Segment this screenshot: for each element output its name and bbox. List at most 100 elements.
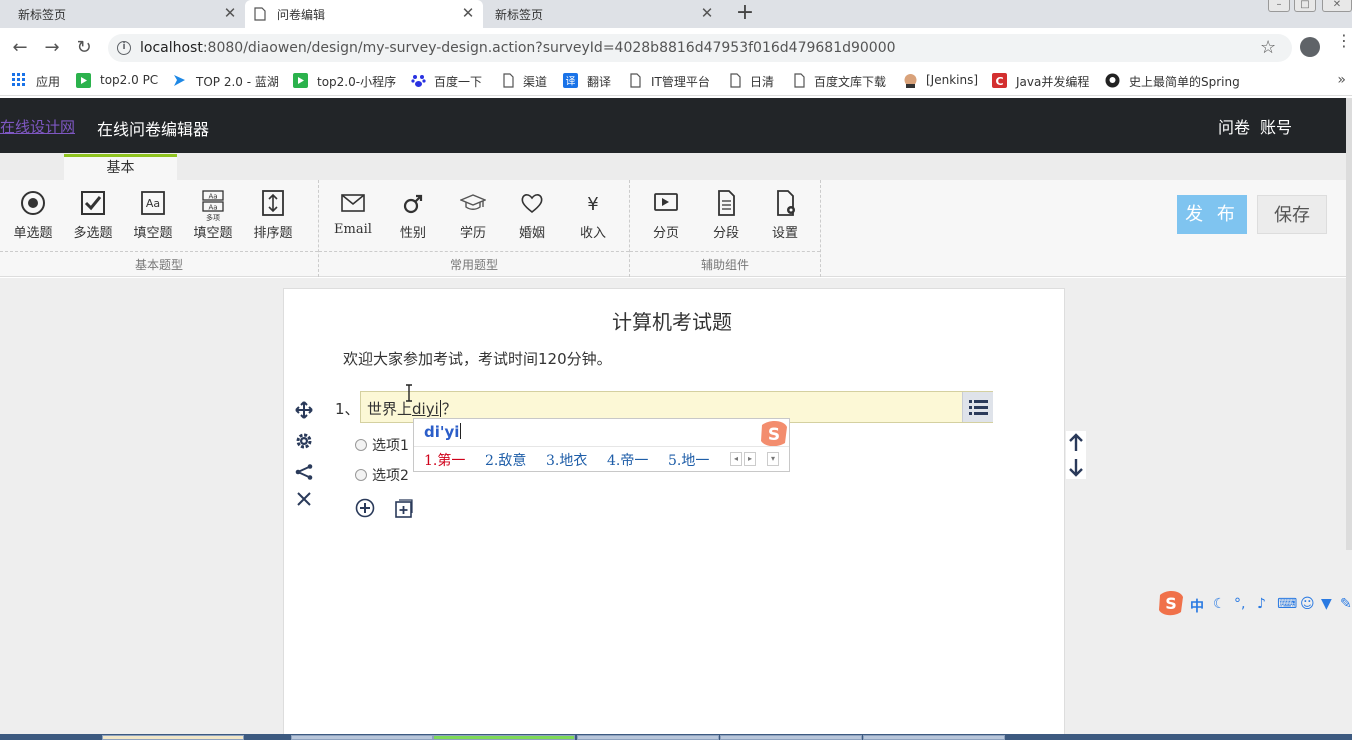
taskbar-item[interactable]	[863, 735, 1005, 740]
taskbar-item[interactable]	[102, 735, 244, 740]
star-icon[interactable]: ☆	[1260, 37, 1276, 58]
microphone-icon[interactable]: ♪	[1257, 596, 1266, 612]
reload-icon[interactable]: ↻	[73, 37, 95, 59]
bookmark-top2-pc[interactable]: top2.0 PC	[100, 73, 158, 87]
close-icon[interactable]: ✕	[460, 5, 476, 21]
question-text-before: 世界上	[367, 400, 413, 418]
tool-gender[interactable]: 性别	[384, 190, 442, 248]
back-arrow-icon[interactable]: ←	[9, 37, 31, 59]
tool-page-break[interactable]: 分页	[637, 190, 695, 248]
bookmark-translate[interactable]: 翻译	[587, 73, 611, 90]
tool-marriage[interactable]: 婚姻	[503, 190, 561, 248]
users-icon[interactable]: ☺	[1300, 596, 1315, 612]
bookmark-spring[interactable]: 史上最简单的Spring	[1129, 73, 1240, 90]
browser-tab-3[interactable]: 新标签页 ✕	[483, 0, 723, 28]
option-label[interactable]: 选项2	[372, 468, 409, 484]
bookmark-channel[interactable]: 渠道	[523, 73, 547, 90]
page-scrollbar[interactable]	[1346, 98, 1352, 550]
tool-multi-fill-blank[interactable]: Aa Aa 多项 填空题	[184, 190, 242, 248]
bookmark-baidu[interactable]: 百度一下	[434, 73, 482, 90]
tool-income[interactable]: ¥ 收入	[564, 190, 622, 248]
survey-description[interactable]: 欢迎大家参加考试，考试时间120分钟。	[343, 348, 612, 369]
batch-add-icon[interactable]	[394, 499, 413, 518]
add-option-icon[interactable]	[355, 498, 375, 518]
option-1[interactable]: 选项1	[355, 435, 409, 455]
radio-button[interactable]	[355, 469, 367, 481]
play-icon	[293, 73, 308, 88]
taskbar-item[interactable]	[291, 735, 433, 740]
tool-fill-blank[interactable]: Aa 填空题	[124, 190, 182, 248]
ime-chinese-mode-icon[interactable]: 中	[1190, 596, 1204, 616]
sort-icon	[262, 190, 284, 216]
browser-tab-2[interactable]: 问卷编辑 ✕	[245, 0, 483, 28]
bookmark-java-concurrency[interactable]: Java并发编程	[1016, 73, 1089, 90]
punctuation-icon[interactable]: °,	[1234, 596, 1245, 612]
close-icon[interactable]: ✕	[222, 5, 238, 21]
nav-survey[interactable]: 问卷	[1218, 114, 1250, 138]
tab-basic[interactable]: 基本	[64, 154, 177, 180]
ime-candidate-5[interactable]: 5.地一	[668, 450, 709, 470]
save-button[interactable]: 保存	[1257, 195, 1327, 234]
moon-icon[interactable]: ☾	[1213, 596, 1226, 612]
minimize-button[interactable]: –	[1268, 0, 1290, 12]
ime-candidate-4[interactable]: 4.帝一	[607, 450, 648, 470]
maximize-button[interactable]: □	[1294, 0, 1316, 12]
ime-candidate-popup: di'yi S 1.第一 2.敌意 3.地衣 4.帝一 5.地一 ◂ ▸ ▾	[413, 418, 790, 472]
ime-candidate-2[interactable]: 2.敌意	[485, 450, 526, 470]
svg-text:Aa: Aa	[208, 204, 217, 212]
page-icon	[630, 73, 641, 88]
publish-button[interactable]: 发 布	[1177, 195, 1247, 234]
nav-account[interactable]: 账号	[1260, 114, 1292, 138]
logic-branch-icon[interactable]	[295, 463, 313, 481]
question-type-list-button[interactable]	[962, 392, 993, 422]
close-window-button[interactable]: ✕	[1322, 0, 1352, 12]
taskbar-item[interactable]	[433, 735, 575, 740]
browser-tab-1[interactable]: 新标签页 ✕	[0, 0, 242, 28]
ime-candidate-1[interactable]: 1.第一	[424, 450, 465, 470]
bookmark-jenkins[interactable]: [Jenkins]	[926, 73, 978, 87]
bookmark-miniprogram[interactable]: top2.0-小程序	[317, 73, 396, 90]
tool-education[interactable]: 学历	[444, 190, 502, 248]
gear-icon[interactable]	[295, 432, 313, 450]
keyboard-icon[interactable]: ⌨	[1277, 596, 1297, 612]
chevron-right-double-icon[interactable]: »	[1337, 72, 1346, 88]
move-up-button[interactable]	[1066, 431, 1086, 455]
tool-email[interactable]: Email	[324, 190, 382, 248]
ime-expand-icon[interactable]: ▾	[767, 452, 779, 466]
more-vert-icon[interactable]: ⋮	[1336, 33, 1352, 49]
profile-icon[interactable]	[1300, 37, 1320, 57]
radio-button[interactable]	[355, 439, 367, 451]
sogou-logo-icon[interactable]: S	[1157, 589, 1185, 617]
tool-single-choice[interactable]: 单选题	[4, 190, 62, 248]
taskbar-item[interactable]	[720, 735, 862, 740]
move-down-button[interactable]	[1066, 455, 1086, 479]
bookmark-it-platform[interactable]: IT管理平台	[651, 73, 710, 90]
bookmark-daily[interactable]: 日清	[750, 73, 774, 90]
survey-title[interactable]: 计算机考试题	[612, 306, 732, 335]
bookmark-apps[interactable]: 应用	[36, 73, 60, 90]
ime-prev-page-icon[interactable]: ◂	[730, 452, 742, 466]
multi-text-field-icon: Aa Aa	[202, 190, 224, 212]
forward-arrow-icon[interactable]: →	[41, 37, 63, 59]
tool-ranking[interactable]: 排序题	[244, 190, 302, 248]
option-2[interactable]: 选项2	[355, 465, 409, 485]
close-icon[interactable]	[295, 490, 313, 508]
taskbar-item[interactable]	[577, 735, 719, 740]
shirt-icon[interactable]: ▼	[1321, 596, 1332, 612]
tool-icon[interactable]: ✎	[1340, 596, 1352, 612]
tool-settings[interactable]: 设置	[756, 190, 814, 248]
bookmark-wenku[interactable]: 百度文库下载	[814, 73, 886, 90]
tool-section[interactable]: 分段	[697, 190, 755, 248]
option-label[interactable]: 选项1	[372, 438, 409, 454]
tool-multi-choice[interactable]: 多选题	[64, 190, 122, 248]
site-logo-link[interactable]: 在线设计网	[0, 116, 75, 137]
new-tab-button[interactable]: +	[733, 2, 757, 26]
bookmark-lanhu[interactable]: TOP 2.0 - 蓝湖	[196, 73, 279, 90]
ime-candidate-3[interactable]: 3.地衣	[546, 450, 587, 470]
address-bar[interactable]: i localhost:8080/diaowen/design/my-surve…	[108, 34, 1292, 62]
url-text[interactable]: localhost:8080/diaowen/design/my-survey-…	[140, 40, 896, 56]
info-icon[interactable]: i	[117, 41, 131, 55]
close-icon[interactable]: ✕	[699, 5, 715, 21]
ime-next-page-icon[interactable]: ▸	[744, 452, 756, 466]
move-arrows-icon[interactable]	[295, 401, 313, 419]
